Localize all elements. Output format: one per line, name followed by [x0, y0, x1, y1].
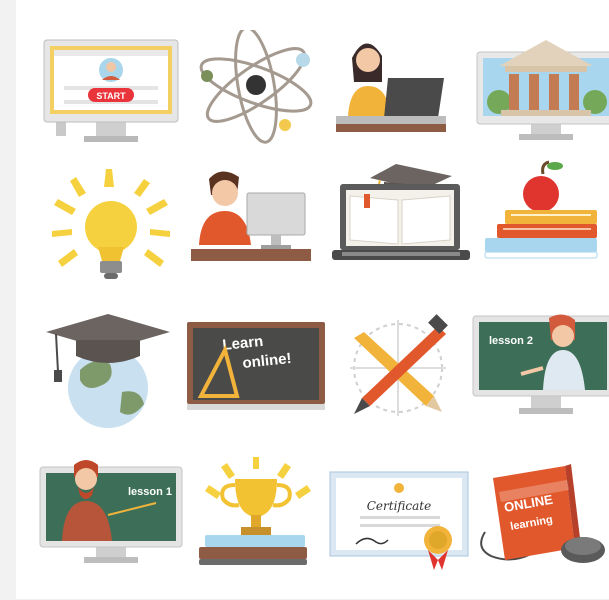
monitor-start-icon: START [36, 30, 186, 170]
graduation-globe-icon [36, 310, 186, 450]
laptop-book-graduation-icon [326, 160, 476, 300]
certificate-icon: Certificate [326, 460, 476, 600]
chalkboard-learn-online-icon: Learn online! [181, 310, 331, 450]
museum-monitor-icon [471, 30, 609, 170]
woman-laptop-icon [326, 30, 476, 170]
lesson1-teacher-monitor-icon: lesson 1 [36, 455, 186, 595]
man-computer-icon [181, 165, 331, 305]
pencil-pen-compass-icon [326, 310, 476, 450]
start-button-label: START [96, 91, 126, 101]
lesson2-label: lesson 2 [489, 335, 533, 347]
certificate-title: Certificate [367, 499, 431, 513]
lightbulb-icon [36, 165, 186, 305]
lesson2-teacher-monitor-icon: lesson 2 [471, 310, 609, 450]
trophy-books-icon [181, 455, 331, 595]
books-apple-icon [471, 160, 609, 300]
atom-icon [181, 30, 331, 170]
icon-sheet: START Learn online! lesson 2 lesson 1 Ce… [16, 0, 609, 599]
lesson1-label: lesson 1 [128, 486, 172, 498]
online-learning-book-mouse-icon: ONLINE learning [471, 460, 609, 600]
